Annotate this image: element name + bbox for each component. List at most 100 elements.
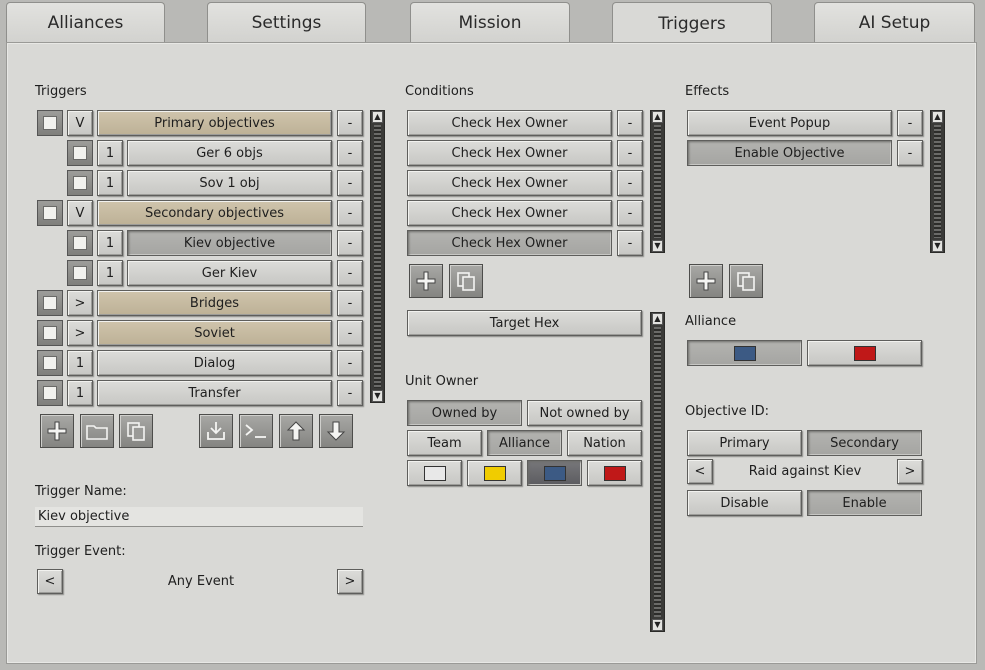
copy-condition-button[interactable] <box>449 264 483 298</box>
trigger-checkbox[interactable] <box>67 140 93 166</box>
trigger-checkbox[interactable] <box>37 350 63 376</box>
trigger-checkbox[interactable] <box>37 320 63 346</box>
condition-params-scrollbar[interactable]: ▲ ▼ <box>650 312 665 632</box>
effect-remove-button[interactable]: - <box>897 140 923 166</box>
add-folder-button[interactable] <box>80 414 114 448</box>
trigger-row[interactable]: Ger 6 objs <box>127 140 332 166</box>
trigger-row[interactable]: Soviet <box>97 320 332 346</box>
condition-remove-button[interactable]: - <box>617 170 643 196</box>
import-button[interactable] <box>199 414 233 448</box>
nation-button[interactable]: Nation <box>567 430 642 456</box>
effect-row-selected[interactable]: Enable Objective <box>687 140 892 166</box>
team-button[interactable]: Team <box>407 430 482 456</box>
owned-by-button[interactable]: Owned by <box>407 400 522 426</box>
copy-trigger-button[interactable] <box>119 414 153 448</box>
owner-color-red[interactable] <box>587 460 642 486</box>
move-down-button[interactable] <box>319 414 353 448</box>
trigger-row[interactable]: Dialog <box>97 350 332 376</box>
trigger-toggle[interactable]: V <box>67 110 93 136</box>
condition-row-selected[interactable]: Check Hex Owner <box>407 230 612 256</box>
enable-button[interactable]: Enable <box>807 490 922 516</box>
condition-row[interactable]: Check Hex Owner <box>407 140 612 166</box>
add-effect-button[interactable] <box>689 264 723 298</box>
scroll-down-icon[interactable]: ▼ <box>932 240 943 252</box>
owner-color-yellow[interactable] <box>467 460 522 486</box>
tab-settings[interactable]: Settings <box>207 2 366 42</box>
condition-row[interactable]: Check Hex Owner <box>407 110 612 136</box>
trigger-row[interactable]: Primary objectives <box>97 110 332 136</box>
tab-alliances[interactable]: Alliances <box>6 2 165 42</box>
objective-next-button[interactable]: > <box>897 459 923 484</box>
trigger-toggle[interactable]: 1 <box>97 230 123 256</box>
trigger-toggle[interactable]: > <box>67 290 93 316</box>
trigger-row[interactable]: Transfer <box>97 380 332 406</box>
alliance-color-red[interactable] <box>807 340 922 366</box>
event-prev-button[interactable]: < <box>37 569 63 594</box>
conditions-scrollbar[interactable]: ▲ ▼ <box>650 110 665 253</box>
trigger-checkbox[interactable] <box>67 260 93 286</box>
scroll-down-icon[interactable]: ▼ <box>652 619 663 631</box>
trigger-toggle[interactable]: > <box>67 320 93 346</box>
scroll-down-icon[interactable]: ▼ <box>372 390 383 402</box>
disable-button[interactable]: Disable <box>687 490 802 516</box>
trigger-row[interactable]: Bridges <box>97 290 332 316</box>
trigger-checkbox[interactable] <box>37 290 63 316</box>
scroll-up-icon[interactable]: ▲ <box>372 111 383 123</box>
trigger-remove-button[interactable]: - <box>337 380 363 406</box>
trigger-remove-button[interactable]: - <box>337 320 363 346</box>
secondary-button[interactable]: Secondary <box>807 430 922 456</box>
trigger-remove-button[interactable]: - <box>337 200 363 226</box>
objective-prev-button[interactable]: < <box>687 459 713 484</box>
trigger-name-input[interactable]: Kiev objective <box>35 507 363 527</box>
tab-triggers[interactable]: Triggers <box>612 2 772 44</box>
trigger-remove-button[interactable]: - <box>337 290 363 316</box>
alliance-button[interactable]: Alliance <box>487 430 562 456</box>
trigger-checkbox[interactable] <box>37 200 63 226</box>
alliance-color-blue[interactable] <box>687 340 802 366</box>
add-condition-button[interactable] <box>409 264 443 298</box>
owner-color-blue[interactable] <box>527 460 582 486</box>
trigger-remove-button[interactable]: - <box>337 230 363 256</box>
event-next-button[interactable]: > <box>337 569 363 594</box>
trigger-checkbox[interactable] <box>67 170 93 196</box>
effects-scrollbar[interactable]: ▲ ▼ <box>930 110 945 253</box>
not-owned-by-button[interactable]: Not owned by <box>527 400 642 426</box>
condition-remove-button[interactable]: - <box>617 230 643 256</box>
scroll-up-icon[interactable]: ▲ <box>932 111 943 123</box>
condition-row[interactable]: Check Hex Owner <box>407 200 612 226</box>
tab-mission[interactable]: Mission <box>410 2 570 42</box>
condition-remove-button[interactable]: - <box>617 140 643 166</box>
trigger-checkbox[interactable] <box>37 380 63 406</box>
target-hex-button[interactable]: Target Hex <box>407 310 642 336</box>
trigger-row[interactable]: Ger Kiev <box>127 260 332 286</box>
scroll-down-icon[interactable]: ▼ <box>652 240 663 252</box>
trigger-remove-button[interactable]: - <box>337 110 363 136</box>
condition-remove-button[interactable]: - <box>617 200 643 226</box>
move-up-button[interactable] <box>279 414 313 448</box>
trigger-toggle[interactable]: V <box>67 200 93 226</box>
trigger-toggle[interactable]: 1 <box>97 260 123 286</box>
owner-color-white[interactable] <box>407 460 462 486</box>
trigger-row-selected[interactable]: Kiev objective <box>127 230 332 256</box>
copy-effect-button[interactable] <box>729 264 763 298</box>
condition-row[interactable]: Check Hex Owner <box>407 170 612 196</box>
trigger-toggle[interactable]: 1 <box>97 170 123 196</box>
console-button[interactable] <box>239 414 273 448</box>
trigger-toggle[interactable]: 1 <box>67 380 93 406</box>
trigger-remove-button[interactable]: - <box>337 170 363 196</box>
scroll-up-icon[interactable]: ▲ <box>652 313 663 325</box>
trigger-remove-button[interactable]: - <box>337 260 363 286</box>
trigger-remove-button[interactable]: - <box>337 350 363 376</box>
trigger-row[interactable]: Secondary objectives <box>97 200 332 226</box>
scroll-up-icon[interactable]: ▲ <box>652 111 663 123</box>
trigger-checkbox[interactable] <box>37 110 63 136</box>
condition-remove-button[interactable]: - <box>617 110 643 136</box>
trigger-remove-button[interactable]: - <box>337 140 363 166</box>
trigger-checkbox[interactable] <box>67 230 93 256</box>
tab-ai-setup[interactable]: AI Setup <box>814 2 975 42</box>
primary-button[interactable]: Primary <box>687 430 802 456</box>
triggers-scrollbar[interactable]: ▲ ▼ <box>370 110 385 403</box>
effect-remove-button[interactable]: - <box>897 110 923 136</box>
trigger-toggle[interactable]: 1 <box>97 140 123 166</box>
effect-row[interactable]: Event Popup <box>687 110 892 136</box>
